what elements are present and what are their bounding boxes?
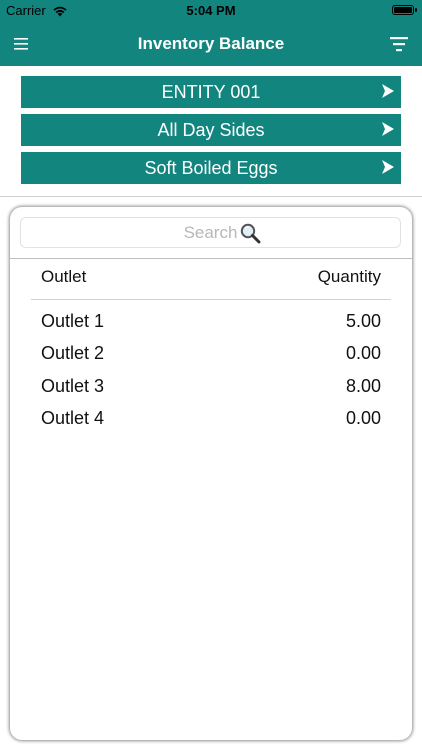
search-divider	[10, 258, 412, 259]
app-screen: Carrier 5:04 PM Inventory Balance ENTITY…	[0, 0, 422, 750]
outlet-name: Outlet 1	[41, 311, 105, 331]
outlet-quantity: 8.00	[345, 376, 381, 396]
status-time: 5:04 PM	[186, 3, 236, 18]
search-input[interactable]	[21, 218, 400, 247]
battery-icon	[392, 5, 417, 15]
search-box[interactable]	[20, 217, 401, 248]
header-divider	[31, 299, 391, 300]
arrow-right-icon	[382, 122, 394, 136]
entity-selector-button[interactable]: ENTITY 001	[21, 76, 401, 108]
filter-icon	[390, 37, 408, 52]
category-selector-button[interactable]: All Day Sides	[21, 114, 401, 146]
battery-level	[394, 7, 412, 13]
outlet-quantity: 0.00	[345, 408, 381, 428]
arrow-right-icon	[382, 160, 394, 174]
outlet-name: Outlet 2	[41, 343, 105, 363]
column-header-quantity: Quantity	[317, 267, 381, 286]
table-row[interactable]: Outlet 1 5.00	[41, 311, 381, 339]
search-icon	[240, 223, 261, 244]
item-selector-label: Soft Boiled Eggs	[144, 158, 278, 178]
outlet-quantity: 5.00	[345, 311, 381, 331]
outlet-name: Outlet 3	[41, 376, 105, 396]
table-row[interactable]: Outlet 2 0.00	[41, 343, 381, 371]
nav-bar: Inventory Balance	[0, 22, 422, 66]
inventory-card: Outlet Quantity Outlet 1 5.00 Outlet 2 0…	[10, 207, 412, 740]
status-bar: Carrier 5:04 PM	[0, 0, 422, 22]
item-selector-button[interactable]: Soft Boiled Eggs	[21, 152, 401, 184]
filter-button[interactable]	[382, 34, 410, 56]
entity-selector-label: ENTITY 001	[161, 82, 261, 102]
column-header-outlet: Outlet	[41, 267, 87, 286]
page-title: Inventory Balance	[137, 34, 285, 53]
outlet-quantity: 0.00	[345, 343, 381, 363]
section-divider	[0, 196, 422, 197]
arrow-right-icon	[382, 84, 394, 98]
table-row[interactable]: Outlet 3 8.00	[41, 376, 381, 404]
outlet-name: Outlet 4	[41, 408, 105, 428]
table-row[interactable]: Outlet 4 0.00	[41, 408, 381, 436]
category-selector-label: All Day Sides	[157, 120, 265, 140]
